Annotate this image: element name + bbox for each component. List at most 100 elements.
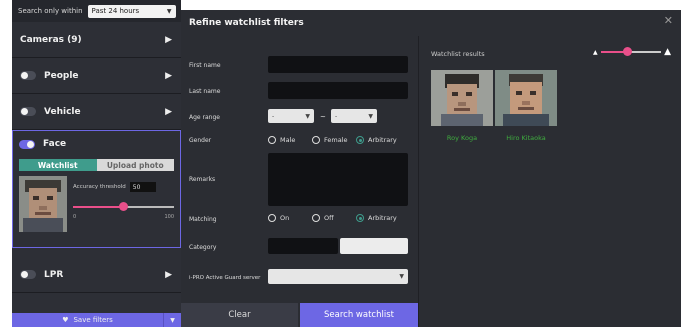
age-range-label: Age range <box>189 114 220 121</box>
chevron-down-icon: ▼ <box>166 7 172 15</box>
age-range-separator: ~ <box>320 113 326 121</box>
time-filter-label: Search only within <box>18 7 83 15</box>
last-name-input[interactable] <box>268 82 408 99</box>
slider-ticks: 0 100 <box>73 214 174 220</box>
radio-icon <box>312 136 320 144</box>
result-face-image <box>495 70 557 126</box>
radio-icon <box>268 214 276 222</box>
server-select[interactable]: ▼ <box>268 269 408 284</box>
clear-button[interactable]: Clear <box>181 303 298 327</box>
remarks-label: Remarks <box>189 176 216 183</box>
accuracy-input[interactable]: 50 <box>129 182 156 192</box>
gender-option-arbitrary[interactable]: Arbitrary <box>356 136 397 144</box>
section-vehicle[interactable]: Vehicle ▶ <box>12 94 181 130</box>
gender-arbitrary-label: Arbitrary <box>368 136 397 144</box>
face-label: Face <box>43 139 67 149</box>
search-watchlist-button[interactable]: Search watchlist <box>300 303 418 327</box>
accuracy-block: Accuracy threshold 50 0 100 <box>73 176 174 232</box>
result-name: Hiro Kitaoka <box>506 134 546 142</box>
radio-icon <box>312 214 320 222</box>
matching-option-off[interactable]: Off <box>312 214 334 222</box>
section-people-label: People <box>44 70 79 81</box>
dialog-header: Refine watchlist filters ✕ <box>181 10 681 36</box>
accuracy-slider[interactable] <box>73 202 174 212</box>
section-cameras-label: Cameras (9) <box>20 34 82 45</box>
matching-off-label: Off <box>324 214 334 222</box>
time-filter-bar: Search only within Past 24 hours ▼ <box>12 0 181 22</box>
matching-option-arbitrary[interactable]: Arbitrary <box>356 214 397 222</box>
save-filters-label: Save filters <box>73 316 113 324</box>
result-card[interactable]: Roy Koga <box>431 70 493 142</box>
zoom-handle[interactable] <box>623 47 633 56</box>
slider-min: 0 <box>73 214 77 220</box>
gender-label: Gender <box>189 137 212 144</box>
age-from-select[interactable]: - ▼ <box>268 109 314 123</box>
section-vehicle-label: Vehicle <box>44 106 81 117</box>
lpr-toggle[interactable] <box>20 270 36 279</box>
tab-watchlist[interactable]: Watchlist <box>19 159 97 171</box>
matching-label: Matching <box>189 216 217 223</box>
first-name-label: First name <box>189 62 221 69</box>
matching-on-label: On <box>280 214 290 222</box>
section-people[interactable]: People ▶ <box>12 58 181 94</box>
watchlist-results-panel: Watchlist results ▲ ▲ Roy Koga Hiro Kita… <box>418 36 681 327</box>
save-filters-button[interactable]: ♥ Save filters <box>12 316 163 324</box>
category-input[interactable] <box>268 238 338 254</box>
save-filters-dropdown[interactable]: ▼ <box>163 313 181 327</box>
chevron-down-icon: ▼ <box>368 112 373 120</box>
radio-selected-icon <box>356 136 364 144</box>
face-body: Accuracy threshold 50 0 100 <box>19 176 174 232</box>
section-lpr[interactable]: LPR ▶ <box>12 257 181 293</box>
vehicle-toggle[interactable] <box>20 107 36 116</box>
chevron-down-icon: ▼ <box>399 273 404 280</box>
last-name-label: Last name <box>189 88 221 95</box>
chevron-right-icon: ▶ <box>165 106 172 117</box>
gender-option-female[interactable]: Female <box>312 136 348 144</box>
radio-icon <box>268 136 276 144</box>
face-thumbnail <box>19 176 67 232</box>
radio-selected-icon <box>356 214 364 222</box>
zoom-track <box>600 47 662 56</box>
slider-max: 100 <box>164 214 174 220</box>
face-toggle[interactable] <box>19 139 35 149</box>
dialog-title: Refine watchlist filters <box>189 18 304 28</box>
filter-sidebar: Search only within Past 24 hours ▼ Camer… <box>12 0 181 327</box>
gender-male-label: Male <box>280 136 296 144</box>
face-filter-panel: Face Watchlist Upload photo Accuracy thr… <box>12 130 181 248</box>
age-from-value: - <box>272 112 275 120</box>
age-to-select[interactable]: - ▼ <box>331 109 377 123</box>
refine-watchlist-dialog: Refine watchlist filters ✕ First name La… <box>181 10 681 327</box>
slider-fill <box>73 206 124 208</box>
face-mode-tabs: Watchlist Upload photo <box>19 159 174 171</box>
gender-option-male[interactable]: Male <box>268 136 295 144</box>
large-mountain-icon: ▲ <box>664 47 671 57</box>
time-range-select[interactable]: Past 24 hours ▼ <box>87 4 176 18</box>
filter-form: First name Last name Age range - ▼ ~ - ▼… <box>181 36 418 327</box>
gender-female-label: Female <box>324 136 348 144</box>
chevron-down-icon: ▼ <box>170 316 175 324</box>
small-mountain-icon: ▲ <box>593 48 598 56</box>
age-to-value: - <box>335 112 338 120</box>
result-face-image <box>431 70 493 126</box>
chevron-down-icon: ▼ <box>305 112 310 120</box>
chevron-right-icon: ▶ <box>165 34 172 45</box>
first-name-input[interactable] <box>268 56 408 73</box>
category-select[interactable] <box>340 238 408 254</box>
result-card[interactable]: Hiro Kitaoka <box>495 70 557 142</box>
section-lpr-label: LPR <box>44 269 64 280</box>
tab-upload-photo[interactable]: Upload photo <box>96 159 174 171</box>
section-cameras[interactable]: Cameras (9) ▶ <box>12 22 181 58</box>
accuracy-label: Accuracy threshold <box>73 184 126 190</box>
thumbnail-size-slider[interactable]: ▲ ▲ <box>593 46 671 58</box>
results-label: Watchlist results <box>431 50 485 58</box>
remarks-textarea[interactable] <box>268 153 408 206</box>
slider-handle[interactable] <box>119 202 128 211</box>
heart-icon: ♥ <box>62 316 69 324</box>
server-label: i-PRO Active Guard server <box>189 275 261 281</box>
face-header: Face <box>19 139 174 149</box>
chevron-right-icon: ▶ <box>165 70 172 81</box>
people-toggle[interactable] <box>20 71 36 80</box>
matching-option-on[interactable]: On <box>268 214 289 222</box>
matching-arbitrary-label: Arbitrary <box>368 214 397 222</box>
close-icon[interactable]: ✕ <box>664 14 673 27</box>
